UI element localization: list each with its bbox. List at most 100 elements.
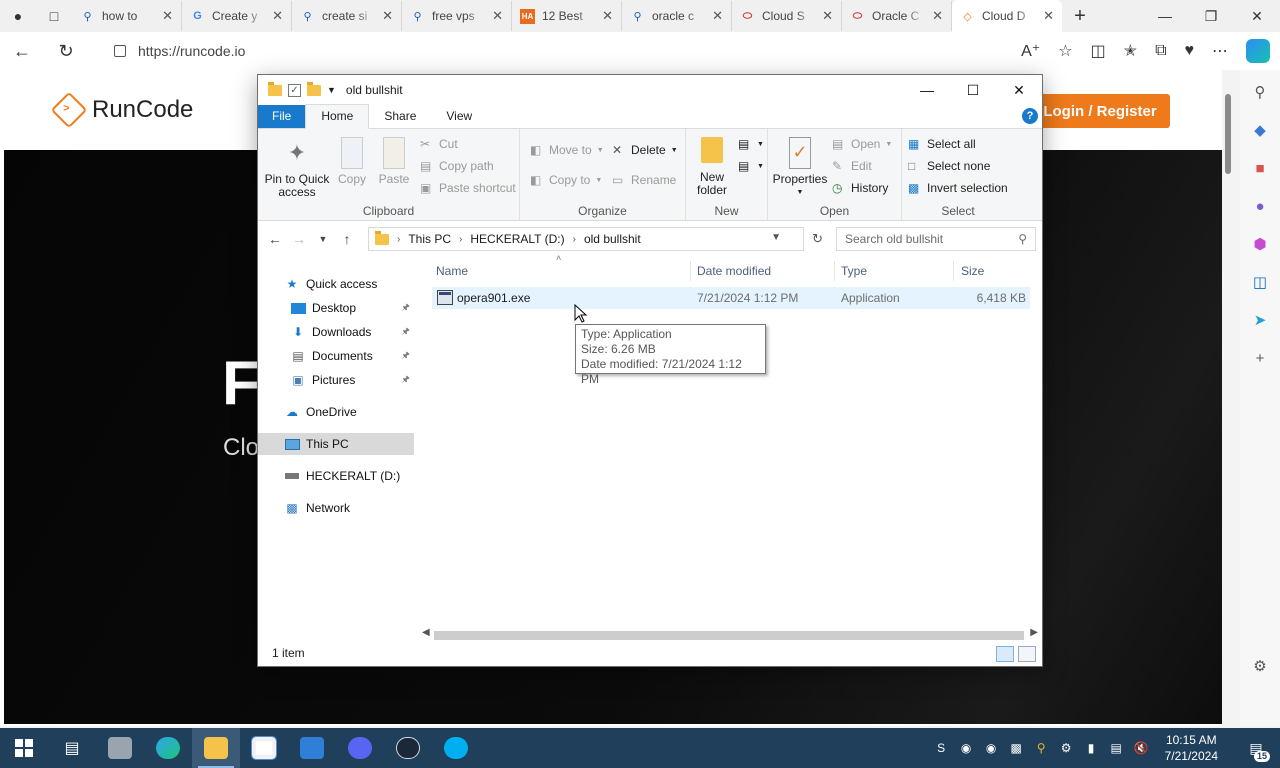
new-tab-button[interactable]: +: [1062, 5, 1098, 28]
performance-icon[interactable]: ♥: [1185, 42, 1195, 60]
edit-button[interactable]: ✎ Edit: [832, 159, 872, 173]
easy-access-button[interactable]: ▤ ▼: [738, 159, 764, 173]
up-icon[interactable]: ↑: [340, 231, 354, 247]
properties-button[interactable]: ✓ Properties ▼: [772, 137, 828, 199]
taskbar-app-tool[interactable]: [96, 728, 144, 768]
nav-item-desktop[interactable]: Desktop 🖈: [258, 297, 414, 319]
key-tray-icon[interactable]: ⚲: [1034, 741, 1049, 756]
browser-tab[interactable]: ⬭ Cloud S ✕: [732, 1, 842, 31]
open-button[interactable]: ▤ Open ▼: [832, 137, 892, 151]
nav-item-pictures[interactable]: ▣ Pictures 🖈: [258, 369, 414, 391]
task-view-button[interactable]: ▤: [48, 728, 96, 768]
tools-icon[interactable]: ■: [1250, 158, 1270, 178]
close-icon[interactable]: ✕: [382, 8, 393, 24]
lock-icon[interactable]: [114, 45, 126, 57]
nav-item-quick-access[interactable]: ★ Quick access: [258, 273, 414, 295]
column-divider[interactable]: [834, 261, 835, 281]
back-icon[interactable]: ←: [268, 231, 282, 247]
nav-item-documents[interactable]: ▤ Documents 🖈: [258, 345, 414, 367]
browser-tab[interactable]: ⚲ how to ✕: [72, 1, 182, 31]
runcode-logo-icon[interactable]: >: [50, 91, 88, 129]
browser-tab[interactable]: ⚲ oracle c ✕: [622, 1, 732, 31]
close-icon[interactable]: ✕: [272, 8, 283, 24]
close-icon[interactable]: ✕: [932, 8, 943, 24]
gamepad-tray-icon[interactable]: ▩: [1009, 741, 1024, 756]
nav-item-drive[interactable]: HECKERALT (D:): [258, 465, 414, 487]
copilot-icon[interactable]: [1246, 39, 1270, 63]
battery-icon[interactable]: ▮: [1084, 741, 1099, 756]
scroll-right-icon[interactable]: ▶: [1030, 627, 1038, 638]
skype-tray-icon[interactable]: S: [934, 741, 949, 756]
column-divider[interactable]: [690, 261, 691, 281]
nav-item-network[interactable]: ▩ Network: [258, 497, 414, 519]
minimize-icon[interactable]: —: [904, 82, 950, 99]
outlook-icon[interactable]: ◫: [1250, 272, 1270, 292]
browser-tab[interactable]: ⚲ free vps ✕: [402, 1, 512, 31]
nav-item-downloads[interactable]: ⬇ Downloads 🖈: [258, 321, 414, 343]
taskbar-file-explorer[interactable]: [192, 728, 240, 768]
taskbar-edge[interactable]: [144, 728, 192, 768]
taskbar-store[interactable]: [240, 728, 288, 768]
new-folder-quick-icon[interactable]: [307, 81, 321, 96]
quick-access-dropdown-icon[interactable]: ▼: [327, 85, 336, 95]
profile-icon[interactable]: ●: [0, 0, 36, 32]
file-row[interactable]: opera901.exe 7/21/2024 1:12 PM Applicati…: [432, 287, 1030, 309]
refresh-icon[interactable]: ↻: [812, 231, 823, 247]
favorites-icon[interactable]: ✭: [1124, 41, 1137, 61]
paste-button[interactable]: Paste: [374, 137, 414, 186]
pin-icon[interactable]: 🖈: [402, 348, 410, 364]
close-icon[interactable]: ✕: [162, 8, 173, 24]
back-icon[interactable]: ←: [0, 41, 44, 62]
copy-to-button[interactable]: ◧ Copy to ▼: [530, 173, 602, 187]
search-input[interactable]: Search old bullshit ⚲: [836, 227, 1036, 251]
horizontal-scrollbar[interactable]: ◀ ▶: [420, 627, 1040, 643]
settings-icon[interactable]: ⚙: [1250, 656, 1270, 676]
tab-file[interactable]: File: [258, 105, 306, 128]
recent-locations-icon[interactable]: ▼: [316, 234, 330, 244]
properties-quick-icon[interactable]: ✓: [288, 83, 301, 97]
column-header-date[interactable]: Date modified: [697, 259, 837, 283]
copy-path-button[interactable]: ▤ Copy path: [420, 159, 494, 173]
column-header-size[interactable]: Size: [961, 259, 1021, 283]
browser-tab[interactable]: ⚲ create si ✕: [292, 1, 402, 31]
office-icon[interactable]: ⬢: [1250, 234, 1270, 254]
split-screen-icon[interactable]: ◫: [1091, 41, 1106, 61]
select-all-button[interactable]: ▦ Select all: [908, 137, 976, 151]
settings-tray-icon[interactable]: ⚙: [1059, 741, 1074, 756]
nav-item-onedrive[interactable]: ☁ OneDrive: [258, 401, 414, 423]
read-aloud-icon[interactable]: A⁺: [1021, 41, 1040, 61]
volume-muted-icon[interactable]: 🔇: [1134, 741, 1149, 756]
tab-home[interactable]: Home: [305, 104, 370, 129]
move-to-button[interactable]: ◧ Move to ▼: [530, 143, 604, 157]
chevron-right-icon[interactable]: ›: [459, 234, 462, 245]
details-view-icon[interactable]: [996, 646, 1014, 662]
pin-icon[interactable]: 🖈: [402, 300, 410, 316]
tab-share[interactable]: Share: [369, 105, 431, 128]
close-icon[interactable]: ✕: [996, 82, 1042, 99]
site-brand[interactable]: RunCode: [92, 96, 193, 124]
tab-actions-icon[interactable]: □: [36, 0, 72, 32]
pin-icon[interactable]: 🖈: [402, 324, 410, 340]
breadcrumb[interactable]: › This PC › HECKERALT (D:) › old bullshi…: [368, 227, 823, 251]
restore-icon[interactable]: ❐: [1188, 8, 1234, 25]
people-icon[interactable]: ●: [1250, 196, 1270, 216]
rename-button[interactable]: ▭ Rename: [612, 173, 676, 187]
chevron-down-icon[interactable]: ▼: [771, 232, 781, 243]
column-header-type[interactable]: Type: [841, 259, 951, 283]
telegram-icon[interactable]: ➤: [1250, 310, 1270, 330]
pin-quick-access-button[interactable]: ✦ Pin to Quick access: [264, 137, 330, 199]
minimize-icon[interactable]: —: [1142, 8, 1188, 25]
cut-button[interactable]: ✂ Cut: [420, 137, 458, 151]
column-divider[interactable]: [953, 261, 954, 281]
browser-tab[interactable]: ⬭ Oracle C ✕: [842, 1, 952, 31]
browser-tab-active[interactable]: ◇ Cloud D ✕: [952, 0, 1062, 32]
help-icon[interactable]: ?: [1022, 108, 1038, 124]
close-icon[interactable]: ✕: [1043, 8, 1054, 24]
breadcrumb-folder[interactable]: old bullshit: [584, 232, 641, 246]
chevron-right-icon[interactable]: ›: [397, 234, 400, 245]
notification-center-button[interactable]: ▤ 15: [1240, 732, 1272, 764]
browser-tab[interactable]: G Create y ✕: [182, 1, 292, 31]
copy-button[interactable]: Copy: [332, 137, 372, 186]
scroll-left-icon[interactable]: ◀: [422, 627, 430, 638]
search-icon[interactable]: ⚲: [1250, 82, 1270, 102]
